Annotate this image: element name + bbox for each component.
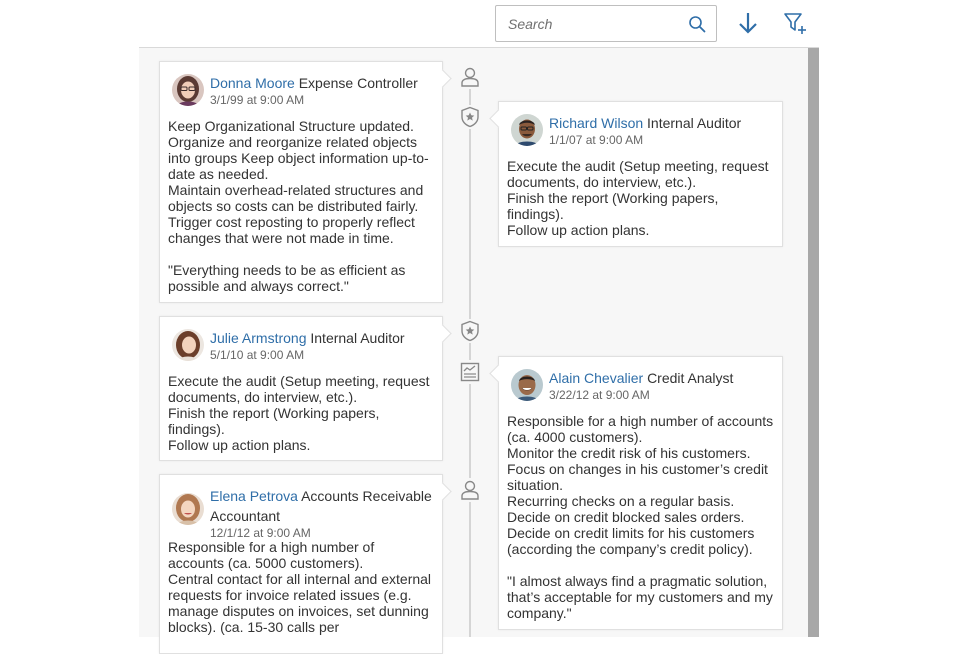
- item-date: 5/1/10 at 9:00 AM: [210, 348, 305, 362]
- search-input[interactable]: [508, 15, 678, 33]
- timeline-node-person: [458, 478, 482, 502]
- avatar: [511, 369, 543, 401]
- search-field[interactable]: [495, 5, 717, 42]
- avatar: [172, 74, 204, 106]
- author-role: Credit Analyst: [647, 370, 734, 386]
- person-icon: [461, 480, 479, 500]
- sort-descending-icon[interactable]: [735, 10, 761, 36]
- item-date: 1/1/07 at 9:00 AM: [549, 133, 644, 147]
- item-text: Execute the audit (Setup meeting, reques…: [168, 373, 430, 453]
- timeline-item-card: Elena Petrova Accounts Receivable Accoun…: [159, 474, 443, 654]
- item-text: Execute the audit (Setup meeting, reques…: [507, 158, 769, 238]
- author-name-link[interactable]: Donna Moore: [210, 75, 295, 91]
- item-date: 12/1/12 at 9:00 AM: [210, 526, 311, 540]
- item-text: Keep Organizational Structure updated. O…: [168, 118, 429, 294]
- person-icon: [461, 67, 479, 87]
- avatar: [511, 114, 543, 146]
- item-text: Responsible for a high number of account…: [168, 539, 432, 635]
- timeline-item-card: Julie Armstrong Internal Auditor 5/1/10 …: [159, 316, 443, 461]
- timeline-node-person: [458, 65, 482, 89]
- toolbar: [0, 0, 957, 48]
- timeline-item-card: Richard Wilson Internal Auditor 1/1/07 a…: [498, 101, 783, 247]
- search-icon[interactable]: [688, 15, 706, 33]
- author-role: Expense Controller: [298, 75, 418, 91]
- avatar: [172, 493, 204, 525]
- avatar: [172, 329, 204, 361]
- item-date: 3/1/99 at 9:00 AM: [210, 93, 305, 107]
- timeline-item-card: Alain Chevalier Credit Analyst 3/22/12 a…: [498, 356, 783, 630]
- item-date: 3/22/12 at 9:00 AM: [549, 388, 650, 402]
- author-name-link[interactable]: Elena Petrova: [210, 488, 298, 504]
- author-name-link[interactable]: Alain Chevalier: [549, 370, 643, 386]
- timeline-node-badge: [458, 105, 482, 129]
- badge-star-icon: [461, 320, 479, 342]
- author-role: Internal Auditor: [647, 115, 742, 131]
- author-role: Internal Auditor: [310, 330, 405, 346]
- item-text: Responsible for a high number of account…: [507, 413, 774, 621]
- timeline-node-report: [458, 360, 482, 384]
- timeline-node-badge: [458, 319, 482, 343]
- report-chart-icon: [460, 362, 480, 382]
- scrollbar-thumb[interactable]: [808, 48, 819, 637]
- author-name-link[interactable]: Julie Armstrong: [210, 330, 306, 346]
- author-name-link[interactable]: Richard Wilson: [549, 115, 643, 131]
- badge-star-icon: [461, 106, 479, 128]
- add-filter-icon[interactable]: [782, 10, 808, 36]
- timeline-item-card: Donna Moore Expense Controller 3/1/99 at…: [159, 61, 443, 303]
